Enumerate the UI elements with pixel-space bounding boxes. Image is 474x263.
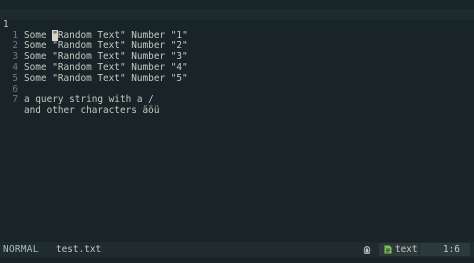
text-file-icon	[384, 245, 392, 254]
editor-line-current[interactable]: 1 Some "Random Text" Number "1"	[0, 9, 474, 41]
command-line[interactable]	[0, 257, 474, 263]
editor-line[interactable]: 3 Some "Random Text" Number "4"	[0, 41, 474, 72]
editor-line[interactable]: 7 and other characters äöü	[0, 85, 474, 116]
editor-line[interactable]: 5	[0, 63, 474, 84]
mode-indicator: NORMAL	[3, 244, 39, 255]
linux-penguin-icon	[363, 246, 371, 254]
editor-line[interactable]: 6 a query string with a /	[0, 74, 474, 105]
line-text: and other characters äöü	[24, 105, 160, 117]
status-line: NORMAL test.txt text 1:6	[0, 242, 474, 257]
relative-line-number: 7	[12, 94, 18, 106]
editor-line[interactable]: 2 Some "Random Text" Number "3"	[0, 31, 474, 62]
file-name: test.txt	[56, 244, 102, 255]
editor-buffer[interactable]: 1 Some "Random Text" Number "1" 1 Some "…	[0, 0, 474, 242]
cursor-position: 1:6	[443, 244, 460, 255]
editor-line[interactable]: 4 Some "Random Text" Number "5"	[0, 52, 474, 83]
filetype-label: text	[395, 244, 418, 255]
editor-line[interactable]: 1 Some "Random Text" Number "2"	[0, 20, 474, 51]
